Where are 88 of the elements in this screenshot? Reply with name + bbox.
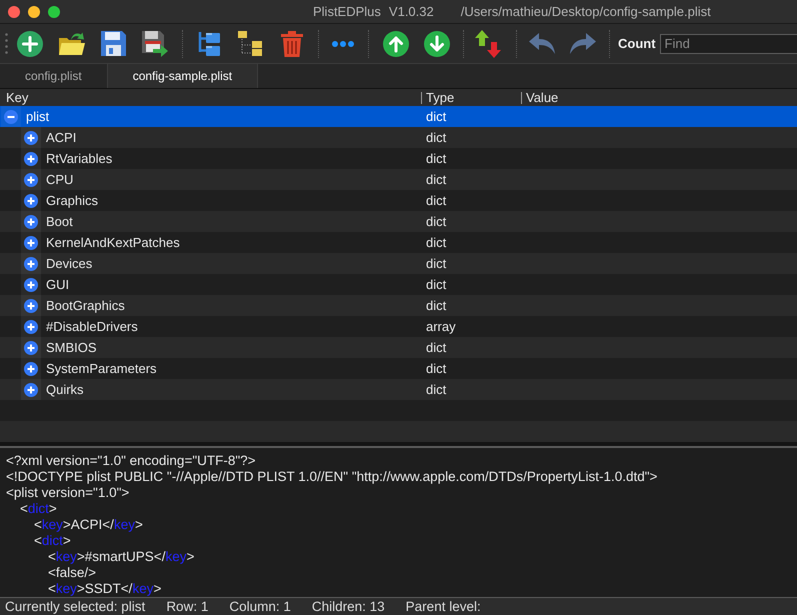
type-text: dict xyxy=(426,234,446,250)
expand-button[interactable] xyxy=(21,337,41,358)
arrow-down-circle-icon xyxy=(424,30,450,56)
column-header[interactable]: Key xyxy=(6,90,28,105)
expand-button[interactable] xyxy=(21,295,41,316)
close-button[interactable] xyxy=(8,6,20,18)
status-text: Children: 13 xyxy=(312,598,385,614)
code-line: <dict> xyxy=(34,533,71,549)
key-text: Devices xyxy=(46,256,92,272)
column-header[interactable]: Value xyxy=(526,90,558,105)
type-text: dict xyxy=(426,382,446,398)
key-text: GUI xyxy=(46,276,70,292)
key-text: Quirks xyxy=(46,382,84,398)
key-text: Graphics xyxy=(46,192,98,208)
key-text: #DisableDrivers xyxy=(46,318,138,334)
tree-row[interactable]: Devices dict xyxy=(0,253,797,274)
tree-row[interactable]: CPU dict xyxy=(0,169,797,190)
type-text: dict xyxy=(426,298,446,314)
folder-tree-icon xyxy=(238,31,262,56)
version-text: V1.0.32 xyxy=(388,4,434,20)
type-text: dict xyxy=(426,150,446,166)
folder-arrow-icon xyxy=(58,30,86,56)
tree-row[interactable]: plist dict xyxy=(0,106,797,127)
key-text: RtVariables xyxy=(46,150,112,166)
type-text: dict xyxy=(426,276,446,292)
key-text: Boot xyxy=(46,214,73,230)
type-text: array xyxy=(426,318,456,334)
status-text: Parent level: xyxy=(406,598,481,614)
undo-icon xyxy=(529,33,555,54)
tree-row[interactable]: Boot dict xyxy=(0,211,797,232)
ellipsis-icon xyxy=(332,40,354,46)
type-text: dict xyxy=(426,172,446,188)
grip-icon[interactable] xyxy=(5,33,8,54)
code-line: <key>SSDT</key> xyxy=(48,581,162,597)
type-text: dict xyxy=(426,130,446,146)
code-line: <plist version="1.0"> xyxy=(6,485,130,501)
code-line: <key>#smartUPS</key> xyxy=(48,549,194,565)
key-text: CPU xyxy=(46,172,74,188)
type-text: dict xyxy=(426,360,446,376)
status-text: Column: 1 xyxy=(229,598,291,614)
code-line: <?xml version="1.0" encoding="UTF-8"?> xyxy=(6,453,256,469)
up-down-arrows-icon xyxy=(474,30,502,58)
expand-button[interactable] xyxy=(21,169,41,190)
tree-row[interactable]: BootGraphics dict xyxy=(0,295,797,316)
find-field[interactable]: Find xyxy=(660,34,797,54)
expand-button[interactable] xyxy=(21,316,41,337)
floppy-disk-arrow-icon xyxy=(141,30,169,58)
key-text: SystemParameters xyxy=(46,360,157,376)
code-line: <!DOCTYPE plist PUBLIC "-//Apple//DTD PLIST 1.0//EN" "http://www.apple.com/DTDs/PropertyList-1.0.dtd"> xyxy=(6,469,658,485)
arrow-up-circle-icon xyxy=(383,30,409,56)
plus-circle-icon xyxy=(17,30,43,56)
expand-button[interactable] xyxy=(21,253,41,274)
tab[interactable]: config-sample.plist xyxy=(108,64,258,88)
minimize-button[interactable] xyxy=(28,6,40,18)
type-text: dict xyxy=(426,340,446,356)
window-title: PlistEDPlus xyxy=(313,4,381,20)
redo-icon xyxy=(570,33,596,54)
key-text: ACPI xyxy=(46,130,76,146)
expand-button[interactable] xyxy=(21,232,41,253)
type-text: dict xyxy=(426,214,446,230)
type-text: dict xyxy=(426,192,446,208)
type-text: dict xyxy=(426,256,446,272)
status-text: Currently selected: plist xyxy=(5,598,146,614)
code-line: <key>ACPI</key> xyxy=(34,517,143,533)
expand-button[interactable] xyxy=(21,211,41,232)
key-text: BootGraphics xyxy=(46,298,125,314)
tree-row[interactable]: Quirks dict xyxy=(0,379,797,400)
key-text: plist xyxy=(26,108,50,124)
trash-icon xyxy=(281,30,303,56)
expand-button[interactable] xyxy=(21,379,41,400)
count-label: Count xyxy=(618,34,656,53)
expand-button[interactable] xyxy=(21,190,41,211)
expand-button[interactable] xyxy=(21,358,41,379)
tree-row[interactable]: SMBIOS dict xyxy=(0,337,797,358)
expand-button[interactable] xyxy=(21,148,41,169)
code-line: <dict> xyxy=(20,501,57,517)
type-text: dict xyxy=(426,108,446,124)
maximize-button[interactable] xyxy=(48,6,60,18)
column-header[interactable]: Type xyxy=(426,90,454,105)
tree-row[interactable]: ACPI dict xyxy=(0,127,797,148)
key-text: KernelAndKextPatches xyxy=(46,234,180,250)
key-text: SMBIOS xyxy=(46,340,97,356)
code-line: <false/> xyxy=(48,565,96,581)
status-text: Row: 1 xyxy=(166,598,208,614)
file-path: /Users/mathieu/Desktop/config-sample.plist xyxy=(460,4,711,20)
expand-button[interactable] xyxy=(21,274,41,295)
hierarchy-icon xyxy=(196,30,220,56)
expand-button[interactable] xyxy=(21,127,41,148)
